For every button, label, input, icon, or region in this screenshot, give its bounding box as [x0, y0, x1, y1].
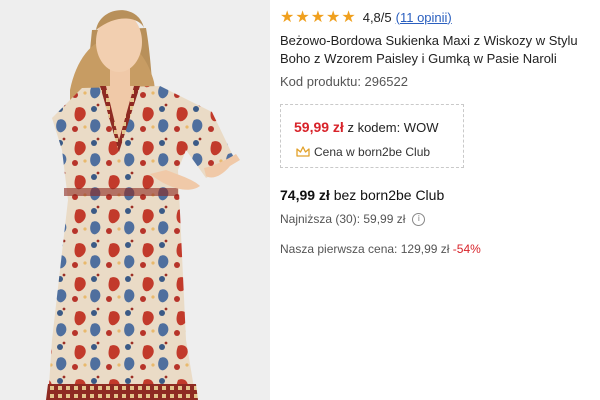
rating-stars: ★ ★ ★ ★ ★ — [280, 9, 356, 25]
first-price-label: Nasza pierwsza cena: 129,99 zł — [280, 242, 450, 256]
club-crown-icon — [296, 146, 310, 157]
promo-price-row: 59,99 zł z kodem: WOW — [294, 119, 438, 135]
lowest-price-row: Najniższa (30): 59,99 zł i — [280, 212, 426, 226]
product-photo[interactable] — [0, 0, 270, 400]
product-info-panel: ★ ★ ★ ★ ★ 4,8/5 (11 opinii) Beżowo-Bordo… — [280, 0, 596, 400]
club-price-label: Cena w born2be Club — [314, 145, 431, 159]
star-icon: ★ — [295, 7, 310, 26]
discount-badge: -54% — [452, 242, 481, 256]
product-title: Beżowo-Bordowa Sukienka Maxi z Wiskozy w… — [280, 33, 578, 66]
regular-price-row: 74,99 zł bez born2be Club — [280, 187, 444, 203]
star-icon: ★ — [341, 7, 356, 26]
first-price-row: Nasza pierwsza cena: 129,99 zł -54% — [280, 242, 481, 256]
dress-illustration — [0, 0, 270, 400]
info-icon[interactable]: i — [412, 212, 426, 226]
star-icon: ★ — [280, 7, 295, 26]
promo-price: 59,99 zł — [294, 119, 344, 135]
club-price-row: Cena w born2be Club — [296, 145, 430, 159]
star-icon: ★ — [326, 7, 341, 26]
lowest-price-label: Najniższa (30): 59,99 zł — [280, 212, 406, 226]
promo-price-box: 59,99 zł z kodem: WOW Cena w born2be Clu… — [280, 104, 464, 168]
star-icon: ★ — [310, 7, 326, 26]
reviews-link[interactable]: (11 opinii) — [396, 10, 452, 25]
regular-price-label: bez born2be Club — [333, 187, 445, 203]
rating-row: ★ ★ ★ ★ ★ 4,8/5 (11 opinii) — [280, 9, 452, 25]
rating-score: 4,8/5 — [362, 9, 392, 25]
product-code: Kod produktu: 296522 — [280, 74, 408, 89]
promo-code-label: z kodem: WOW — [347, 120, 439, 135]
regular-price: 74,99 zł — [280, 187, 330, 203]
